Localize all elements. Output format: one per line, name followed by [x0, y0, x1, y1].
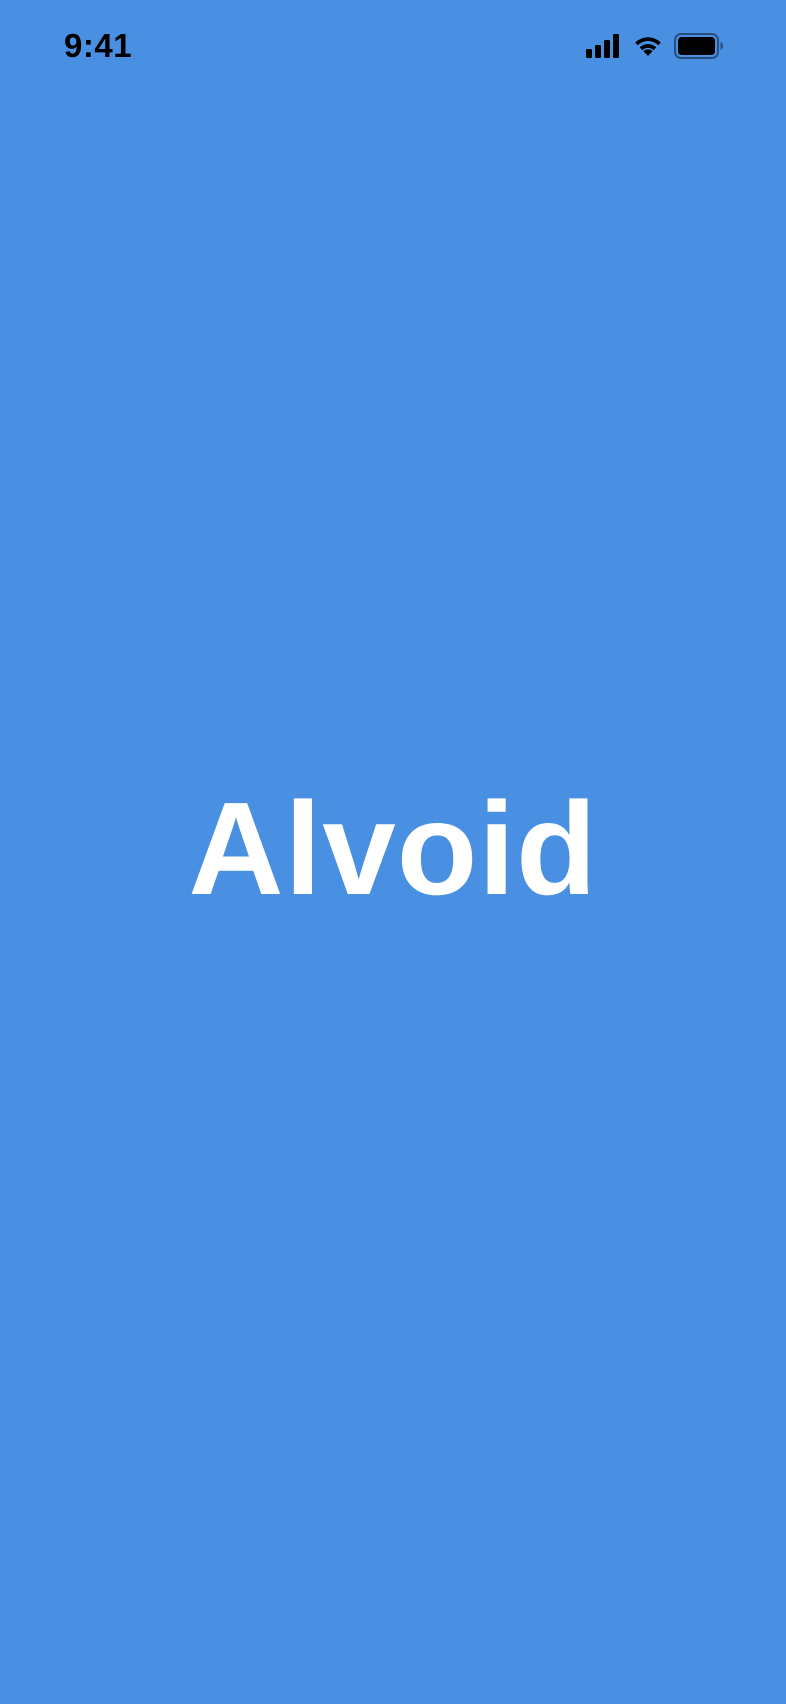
- splash-screen: Alvoid: [0, 0, 786, 1704]
- app-title: Alvoid: [188, 775, 598, 922]
